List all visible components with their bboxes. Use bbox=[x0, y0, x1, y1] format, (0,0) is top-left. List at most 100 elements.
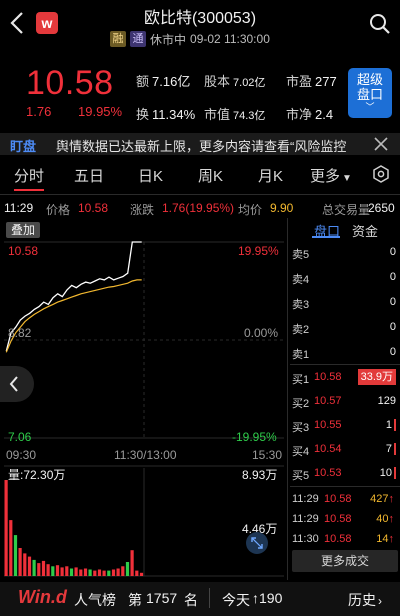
sell-label: 卖4 bbox=[292, 274, 310, 286]
info-vol-value: 2650 bbox=[368, 201, 395, 215]
app-logo-icon: w bbox=[36, 12, 58, 34]
time-start-label: 09:30 bbox=[6, 448, 37, 462]
volume-bar bbox=[4, 480, 8, 576]
tab-more-label: 更多 bbox=[310, 168, 341, 185]
buy-row-2[interactable]: 买2 10.57 129 bbox=[290, 390, 400, 414]
tab-intraday[interactable]: 分时 bbox=[14, 165, 44, 186]
tab-more[interactable]: 更多 ▼ bbox=[310, 165, 352, 186]
divider bbox=[0, 194, 400, 195]
sell-row-4[interactable]: 卖4 0 bbox=[290, 266, 400, 290]
more-trades-button[interactable]: 更多成交 bbox=[292, 550, 398, 572]
buy-row-1[interactable]: 买1 10.58 33.9万 bbox=[290, 366, 400, 390]
buy-volume: 7 bbox=[386, 443, 396, 455]
sell-volume: 0 bbox=[389, 296, 396, 308]
connect-tag: 通 bbox=[130, 31, 146, 47]
up-arrow-icon: ↑ bbox=[388, 513, 395, 525]
price-change: 1.76 bbox=[26, 104, 52, 119]
tab-capital[interactable]: 资金 bbox=[352, 221, 378, 240]
sell-volume: 0 bbox=[389, 271, 396, 283]
market-status: 休市中 bbox=[150, 32, 187, 47]
margin-tag: 融 bbox=[110, 31, 126, 47]
volume-bar bbox=[116, 568, 120, 576]
volume-bar bbox=[46, 564, 50, 576]
sell-row-1[interactable]: 卖1 0 bbox=[290, 341, 400, 365]
tab-five-day[interactable]: 五日 bbox=[74, 165, 104, 186]
sell-label: 卖3 bbox=[292, 299, 310, 311]
pct-top-label: 19.95% bbox=[238, 244, 279, 258]
pct-bottom-label: -19.95% bbox=[232, 430, 277, 444]
close-icon[interactable] bbox=[374, 134, 388, 154]
sell-label: 卖5 bbox=[292, 249, 310, 261]
overlay-button[interactable]: 叠加 bbox=[6, 222, 40, 238]
collapse-left-icon[interactable] bbox=[0, 366, 34, 402]
volume-bar bbox=[60, 567, 64, 576]
today-change: ↑190 bbox=[252, 590, 282, 606]
volume-bar bbox=[13, 535, 18, 576]
trade-volume: 427↑ bbox=[370, 493, 394, 505]
time-mid-label: 11:30/13:00 bbox=[114, 448, 177, 462]
trade-volume-value: 14 bbox=[376, 533, 389, 545]
volume-bar bbox=[55, 565, 60, 576]
settings-icon[interactable] bbox=[372, 165, 390, 183]
sell-row-2[interactable]: 卖2 0 bbox=[290, 316, 400, 340]
buy-label: 买1 bbox=[292, 374, 310, 386]
alert-tag: 盯盘 bbox=[10, 139, 37, 154]
volume-bar bbox=[88, 569, 92, 576]
y-bottom-label: 7.06 bbox=[8, 430, 32, 444]
buy-volume: 129 bbox=[377, 395, 396, 407]
stat-turnover-rate: 换 11.34% bbox=[136, 107, 196, 122]
market-status-row: 融 通 休市中 09-02 11:30:00 bbox=[110, 30, 270, 48]
panel-divider bbox=[287, 218, 288, 580]
trade-volume: 14↑ bbox=[376, 533, 394, 545]
tab-daily-k[interactable]: 日K bbox=[138, 165, 163, 186]
chevron-right-icon: › bbox=[378, 594, 382, 608]
stat-pe: 市盈 277 bbox=[286, 74, 337, 89]
time-end-label: 15:30 bbox=[252, 448, 283, 462]
volume-bar bbox=[130, 550, 134, 576]
info-chg-value: 1.76(19.95%) bbox=[162, 201, 235, 215]
buy-row-4[interactable]: 买4 10.54 7 bbox=[290, 438, 400, 462]
sell-row-3[interactable]: 卖3 0 bbox=[290, 291, 400, 315]
trade-row: 11:29 10.58 40↑ bbox=[290, 510, 400, 530]
history-label: 历史 bbox=[348, 592, 376, 608]
info-chg-label: 涨跌 bbox=[130, 203, 155, 217]
super-orderbook-button[interactable]: 超级 盘口 ﹀ bbox=[348, 68, 392, 118]
stock-title: 欧比特(300053) bbox=[143, 10, 257, 27]
info-avg-value: 9.90 bbox=[270, 201, 294, 215]
buy-row-3[interactable]: 买3 10.55 1 bbox=[290, 414, 400, 438]
search-icon[interactable] bbox=[368, 12, 392, 36]
sell-volume: 0 bbox=[389, 346, 396, 358]
stat-shares: 股本 7.02亿 bbox=[204, 74, 266, 89]
avg-price-line bbox=[5, 279, 142, 353]
volume-bar bbox=[93, 570, 97, 576]
info-price-value: 10.58 bbox=[78, 201, 109, 215]
trade-volume-value: 427 bbox=[370, 493, 389, 505]
volume-bar bbox=[74, 567, 78, 576]
tab-weekly-k[interactable]: 周K bbox=[198, 165, 223, 186]
tab-monthly-k[interactable]: 月K bbox=[258, 165, 283, 186]
chevron-down-icon: ﹀ bbox=[365, 102, 375, 112]
info-time: 11:29 bbox=[4, 201, 34, 215]
trade-time: 11:30 bbox=[292, 533, 319, 545]
history-button[interactable]: 历史 › bbox=[348, 590, 382, 610]
sell-volume: 0 bbox=[389, 321, 396, 333]
sell-row-5[interactable]: 卖5 0 bbox=[290, 241, 400, 265]
trade-row: 11:30 10.58 14↑ bbox=[290, 530, 400, 550]
volume-bar bbox=[83, 568, 88, 576]
stat-mktcap: 市值 74.3亿 bbox=[204, 107, 266, 122]
info-price-label: 价格 bbox=[46, 203, 71, 217]
alert-text[interactable]: 舆情数据已达最新上限，更多内容请查看“风险监控 bbox=[56, 136, 356, 155]
trades-divider bbox=[290, 486, 400, 487]
volume-bar bbox=[27, 556, 32, 576]
buy-row-5[interactable]: 买5 10.53 10 bbox=[290, 462, 400, 486]
volume-bar bbox=[107, 570, 111, 576]
trade-volume-value: 40 bbox=[376, 513, 389, 525]
back-icon[interactable] bbox=[6, 10, 30, 36]
dropdown-caret-icon: ▼ bbox=[342, 173, 352, 184]
last-price: 10.58 bbox=[26, 64, 114, 102]
rank-prefix: 第 bbox=[128, 592, 142, 608]
popularity-label[interactable]: 人气榜 bbox=[74, 590, 116, 610]
expand-icon[interactable] bbox=[246, 532, 268, 554]
up-arrow-icon: ↑ bbox=[252, 590, 259, 606]
price-change-pct: 19.95% bbox=[78, 104, 123, 119]
